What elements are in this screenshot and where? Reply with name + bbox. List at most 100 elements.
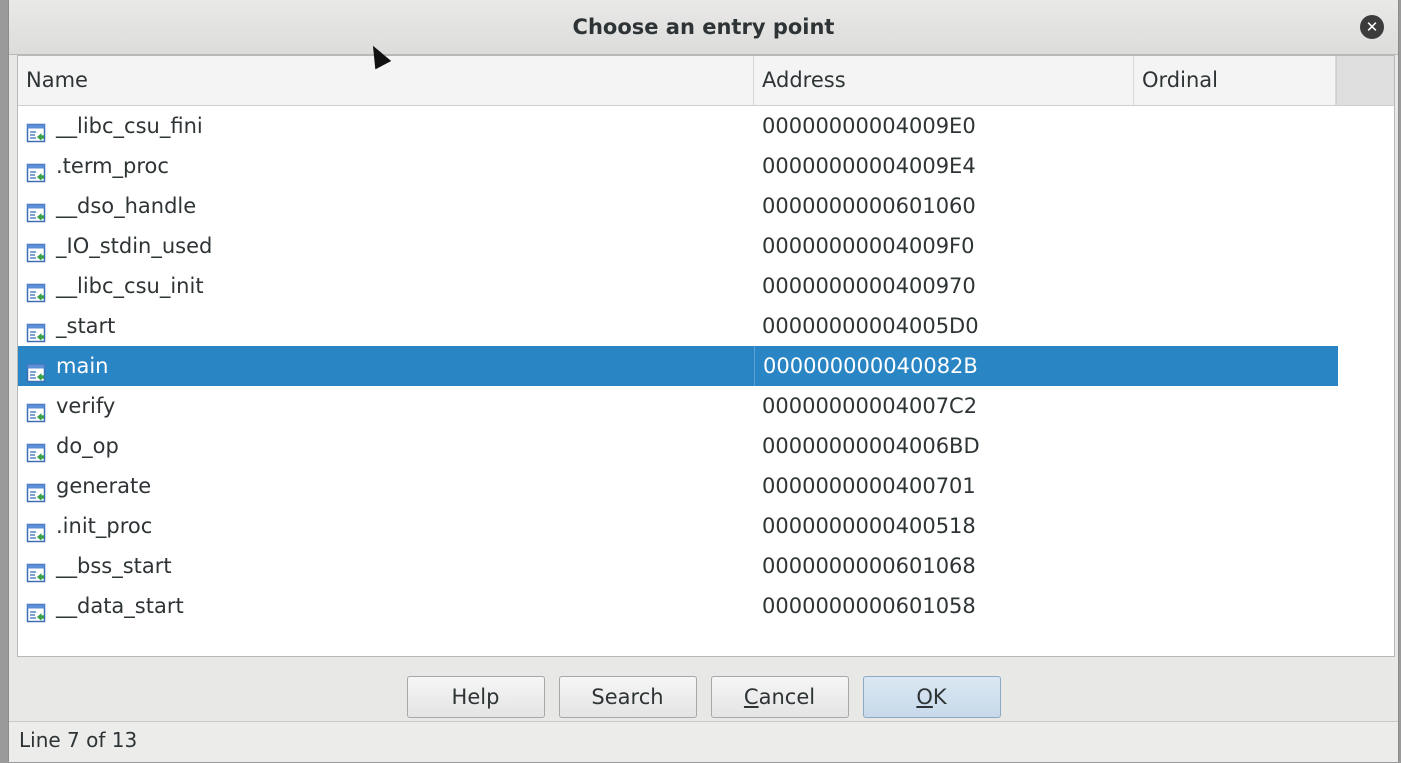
function-icon: [26, 476, 46, 503]
search-button[interactable]: Search: [558, 676, 697, 718]
table-header-filler: [1336, 56, 1394, 106]
cell-address: 00000000004005D0: [762, 314, 979, 338]
function-icon: [26, 516, 46, 543]
dialog-titlebar[interactable]: Choose an entry point ✕: [9, 0, 1398, 55]
cell-name: do_op: [18, 426, 754, 466]
column-header-ordinal[interactable]: Ordinal: [1134, 56, 1336, 105]
function-icon: [26, 196, 46, 223]
function-name: __libc_csu_init: [56, 274, 204, 298]
table-row[interactable]: __bss_start 0000000000601068: [18, 546, 1338, 586]
cell-address: 0000000000601068: [762, 554, 976, 578]
table-row[interactable]: verify 00000000004007C2: [18, 386, 1338, 426]
cell-address: 0000000000400970: [762, 274, 976, 298]
table-row[interactable]: __data_start 0000000000601058: [18, 586, 1338, 626]
function-icon: [26, 116, 46, 143]
function-name: main: [56, 354, 109, 378]
cell-ordinal: [1134, 546, 1338, 586]
function-name: _start: [56, 314, 116, 338]
help-button-label: Help: [451, 685, 500, 709]
function-name: generate: [56, 474, 152, 498]
table-row[interactable]: .init_proc 0000000000400518: [18, 506, 1338, 546]
cell-address: 0000000000601060: [762, 194, 976, 218]
function-icon: [26, 396, 46, 423]
cell-address: 00000000004007C2: [762, 394, 978, 418]
table-row[interactable]: _IO_stdin_used 00000000004009F0: [18, 226, 1338, 266]
entry-point-table[interactable]: Name Address Ordinal __libc_csu_fini 0000…: [17, 55, 1395, 657]
cell-name: .term_proc: [18, 146, 754, 186]
dialog-title: Choose an entry point: [572, 15, 835, 39]
table-row[interactable]: __libc_csu_fini 00000000004009E0: [18, 106, 1338, 146]
entry-point-dialog: Choose an entry point ✕ Name Address Ord…: [8, 0, 1399, 762]
function-icon: [26, 316, 46, 343]
cell-address: 0000000000400701: [762, 474, 976, 498]
ok-accelerator: O: [916, 685, 933, 709]
ok-button[interactable]: OK: [862, 676, 1001, 718]
cell-name: verify: [18, 386, 754, 426]
cell-address: 00000000004009F0: [762, 234, 975, 258]
cell-name: __dso_handle: [18, 186, 754, 226]
cell-ordinal: [1134, 506, 1338, 546]
function-icon: [26, 156, 46, 183]
cell-address: 0000000000601058: [762, 594, 976, 618]
cell-name: __libc_csu_fini: [18, 106, 754, 146]
table-row[interactable]: _start 00000000004005D0: [18, 306, 1338, 346]
cell-ordinal: [1134, 306, 1338, 346]
function-name: verify: [56, 394, 116, 418]
cell-address: 00000000004006BD: [762, 434, 980, 458]
function-name: __dso_handle: [56, 194, 197, 218]
cell-address: 00000000004009E4: [762, 154, 976, 178]
cell-name: _start: [18, 306, 754, 346]
cell-ordinal: [1134, 426, 1338, 466]
cell-ordinal: [1134, 586, 1338, 626]
cancel-button[interactable]: Cancel: [710, 676, 849, 718]
button-bar: Help Search Cancel OK: [9, 676, 1398, 720]
status-bar: Line 7 of 13: [9, 721, 1398, 762]
cell-ordinal: [1134, 106, 1338, 146]
function-icon: [26, 436, 46, 463]
function-name: .term_proc: [56, 154, 169, 178]
function-icon: [26, 556, 46, 583]
cell-name: _IO_stdin_used: [18, 226, 754, 266]
cell-ordinal: [1134, 186, 1338, 226]
cell-ordinal: [1134, 346, 1338, 386]
column-header-address[interactable]: Address: [754, 56, 1134, 105]
cell-ordinal: [1134, 266, 1338, 306]
cancel-button-label: ancel: [758, 685, 816, 709]
cell-ordinal: [1134, 146, 1338, 186]
cell-name: __data_start: [18, 586, 754, 626]
function-name: __data_start: [56, 594, 184, 618]
cell-ordinal: [1134, 386, 1338, 426]
table-row[interactable]: main 000000000040082B: [18, 346, 1338, 386]
table-row[interactable]: __dso_handle 0000000000601060: [18, 186, 1338, 226]
cell-ordinal: [1134, 466, 1338, 506]
cell-name: __bss_start: [18, 546, 754, 586]
function-name: do_op: [56, 434, 119, 458]
table-row[interactable]: do_op 00000000004006BD: [18, 426, 1338, 466]
function-name: _IO_stdin_used: [56, 234, 213, 258]
cell-name: __libc_csu_init: [18, 266, 754, 306]
cell-name: generate: [18, 466, 754, 506]
cell-name: main: [18, 346, 754, 386]
cell-address: 0000000000400518: [762, 514, 976, 538]
table-row[interactable]: __libc_csu_init 0000000000400970: [18, 266, 1338, 306]
table-header: Name Address Ordinal: [18, 56, 1336, 106]
function-icon: [26, 596, 46, 623]
ok-button-label: K: [932, 685, 947, 709]
close-icon[interactable]: ✕: [1360, 15, 1384, 39]
table-row[interactable]: generate 0000000000400701: [18, 466, 1338, 506]
function-name: __libc_csu_fini: [56, 114, 203, 138]
function-name: .init_proc: [56, 514, 153, 538]
function-icon: [26, 356, 46, 383]
cancel-accelerator: C: [743, 685, 759, 709]
table-row[interactable]: .term_proc 00000000004009E4: [18, 146, 1338, 186]
cell-address: 00000000004009E0: [762, 114, 976, 138]
help-button[interactable]: Help: [406, 676, 545, 718]
cell-name: .init_proc: [18, 506, 754, 546]
status-text: Line 7 of 13: [19, 728, 138, 752]
cell-ordinal: [1134, 226, 1338, 266]
function-icon: [26, 236, 46, 263]
search-button-label: Search: [591, 685, 664, 709]
cell-address: 000000000040082B: [754, 346, 1134, 386]
table-body: __libc_csu_fini 00000000004009E0 .term_pro…: [18, 106, 1394, 626]
function-icon: [26, 276, 46, 303]
